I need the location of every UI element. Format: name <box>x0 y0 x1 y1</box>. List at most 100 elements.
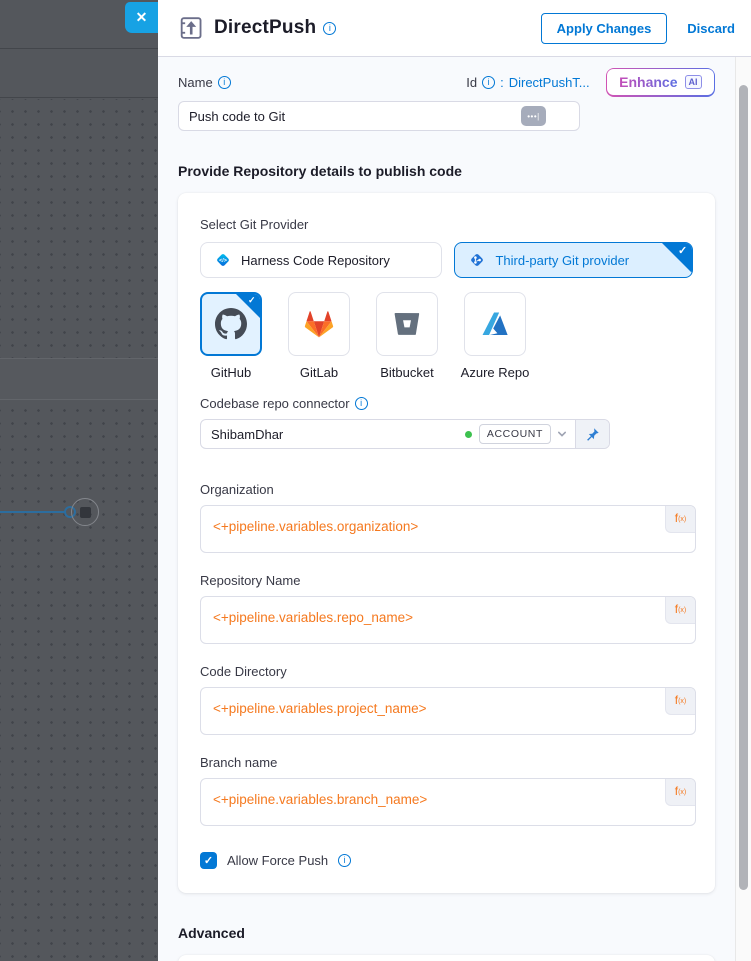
canvas-toolbar-band <box>0 50 158 98</box>
connector-status-dot <box>465 431 472 438</box>
branch-name-label: Branch name <box>200 755 693 770</box>
selected-corner: ✓ <box>662 243 692 273</box>
provider-label-bitbucket: Bitbucket <box>380 365 433 380</box>
name-info-icon[interactable]: i <box>218 76 231 89</box>
advanced-card <box>178 955 715 961</box>
connector-value: ShibamDhar <box>201 427 465 442</box>
apply-changes-button[interactable]: Apply Changes <box>541 13 668 44</box>
ai-badge: AI <box>685 75 702 89</box>
scope-badge: ACCOUNT <box>479 424 551 444</box>
connector-info-icon[interactable]: i <box>355 397 368 410</box>
provider-tile-github[interactable]: ✓ <box>200 292 262 356</box>
selected-corner: ✓ <box>236 294 260 318</box>
option-harness-code-repository[interactable]: </> Harness Code Repository <box>200 242 442 278</box>
option-label: Harness Code Repository <box>241 253 390 268</box>
pipeline-end-node[interactable] <box>71 498 99 526</box>
panel-body: Name i Id i : DirectPushT... Enhance AI … <box>158 57 735 961</box>
azure-repo-icon <box>479 308 511 340</box>
field-group-repository-name: Repository Name <+pipeline.variables.rep… <box>200 573 693 644</box>
panel-header: DirectPush i Apply Changes Discard <box>158 0 751 57</box>
provider-col-gitlab: GitLab <box>288 292 350 380</box>
fx-button[interactable]: f(x) <box>665 506 695 533</box>
fx-button[interactable]: f(x) <box>665 688 695 715</box>
fx-button[interactable]: f(x) <box>665 597 695 624</box>
harness-code-icon: </> <box>214 251 232 269</box>
force-push-checkbox[interactable]: ✓ <box>200 852 217 869</box>
field-group-branch-name: Branch name <+pipeline.variables.branch_… <box>200 755 693 826</box>
field-group-code-directory: Code Directory <+pipeline.variables.proj… <box>200 664 693 735</box>
close-drawer-button[interactable]: ✕ <box>125 2 158 33</box>
repo-details-card: Select Git Provider </> Harness Code Rep… <box>178 193 715 893</box>
provider-label-azure-repo: Azure Repo <box>461 365 530 380</box>
scrollbar-track[interactable] <box>735 57 751 961</box>
id-label: Id <box>466 75 477 90</box>
pipeline-canvas[interactable] <box>0 0 158 961</box>
option-third-party-git-provider[interactable]: Third-party Git provider ✓ <box>454 242 693 278</box>
step-name-input[interactable] <box>178 101 580 131</box>
name-label: Name <box>178 75 213 90</box>
advanced-heading: Advanced <box>178 925 715 941</box>
scrollbar-thumb[interactable] <box>739 85 748 890</box>
step-config-panel: DirectPush i Apply Changes Discard Name … <box>158 0 751 961</box>
code-directory-input[interactable]: <+pipeline.variables.project_name> f(x) <box>200 687 696 735</box>
directpush-step-icon <box>178 15 204 41</box>
codebase-connector-field[interactable]: ShibamDhar ACCOUNT <box>200 419 610 449</box>
pin-icon <box>585 427 600 442</box>
branch-name-value: <+pipeline.variables.branch_name> <box>213 792 427 807</box>
pin-button[interactable] <box>575 420 609 448</box>
branch-name-input[interactable]: <+pipeline.variables.branch_name> f(x) <box>200 778 696 826</box>
step-id-value[interactable]: DirectPushT... <box>509 75 590 90</box>
provider-tiles: ✓ GitHub <box>200 292 693 380</box>
enhance-label: Enhance <box>619 74 677 90</box>
force-push-row: ✓ Allow Force Push i <box>200 852 693 869</box>
id-colon: : <box>500 75 504 90</box>
canvas-stage-strip <box>0 358 158 400</box>
enhance-ai-button[interactable]: Enhance AI <box>606 68 715 97</box>
provider-col-azure-repo: Azure Repo <box>464 292 526 380</box>
check-icon: ✓ <box>248 295 256 306</box>
name-row: Name i Id i : DirectPushT... Enhance AI <box>178 67 715 97</box>
provider-col-github: ✓ GitHub <box>200 292 262 380</box>
connector-label-group: Codebase repo connector i <box>200 396 693 411</box>
step-info-icon[interactable]: i <box>323 22 336 35</box>
enhance-inner: Enhance AI <box>607 69 713 95</box>
rename-ellipsis-icon[interactable]: •••| <box>521 106 546 126</box>
gitlab-icon <box>302 307 336 341</box>
close-icon: ✕ <box>136 9 148 26</box>
code-directory-value: <+pipeline.variables.project_name> <box>213 701 427 716</box>
provider-tile-bitbucket[interactable] <box>376 292 438 356</box>
organization-input[interactable]: <+pipeline.variables.organization> f(x) <box>200 505 696 553</box>
provider-label-gitlab: GitLab <box>300 365 338 380</box>
stop-icon <box>80 507 91 518</box>
git-provider-options: </> Harness Code Repository <box>200 242 693 278</box>
step-title: DirectPush <box>214 17 316 39</box>
check-icon: ✓ <box>678 244 687 257</box>
pipeline-edge <box>0 511 66 513</box>
provider-label-github: GitHub <box>211 365 251 380</box>
code-directory-label: Code Directory <box>200 664 693 679</box>
organization-label: Organization <box>200 482 693 497</box>
repository-name-label: Repository Name <box>200 573 693 588</box>
select-git-provider-label: Select Git Provider <box>200 217 693 232</box>
discard-button[interactable]: Discard <box>687 21 735 36</box>
fx-button[interactable]: f(x) <box>665 779 695 806</box>
canvas-dot-grid <box>0 99 158 961</box>
connector-label: Codebase repo connector <box>200 396 350 411</box>
repository-name-value: <+pipeline.variables.repo_name> <box>213 610 413 625</box>
header-actions: Apply Changes Discard <box>541 13 735 44</box>
provider-tile-gitlab[interactable] <box>288 292 350 356</box>
force-push-label: Allow Force Push <box>227 853 328 868</box>
provider-tile-azure-repo[interactable] <box>464 292 526 356</box>
field-group-organization: Organization <+pipeline.variables.organi… <box>200 482 693 553</box>
bitbucket-icon <box>392 309 422 339</box>
force-push-info-icon[interactable]: i <box>338 854 351 867</box>
chevron-down-icon[interactable] <box>556 428 568 440</box>
repo-section-heading: Provide Repository details to publish co… <box>178 163 715 179</box>
svg-text:</>: </> <box>219 258 227 264</box>
provider-col-bitbucket: Bitbucket <box>376 292 438 380</box>
id-info-icon[interactable]: i <box>482 76 495 89</box>
name-label-group: Name i <box>178 75 231 90</box>
name-input-wrap: •••| <box>178 101 580 131</box>
step-id-group: Id i : DirectPushT... <box>466 75 589 90</box>
repository-name-input[interactable]: <+pipeline.variables.repo_name> f(x) <box>200 596 696 644</box>
